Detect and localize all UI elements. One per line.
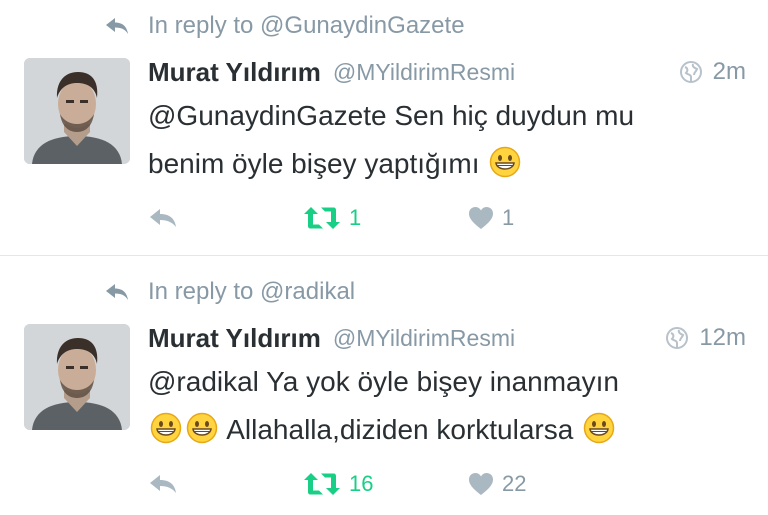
- reply-arrow-icon: [104, 15, 134, 37]
- avatar[interactable]: [24, 58, 130, 164]
- retweet-button[interactable]: 16: [303, 471, 468, 497]
- retweet-icon: [303, 472, 341, 496]
- retweet-icon: [303, 206, 341, 230]
- timestamp[interactable]: 12m: [665, 324, 746, 352]
- tweet-actions: 16 22: [148, 469, 526, 499]
- heart-icon: [468, 206, 494, 230]
- tweet-text: @radikal Ya yok öyle bişey inanmayın All…: [148, 358, 748, 454]
- author-name[interactable]: Murat Yıldırım: [148, 57, 321, 88]
- tweet-text-line: @radikal Ya yok öyle bişey inanmayın: [148, 366, 619, 397]
- grinning-face-emoji: [186, 411, 218, 444]
- grinning-face-emoji: [489, 145, 521, 178]
- in-reply-to[interactable]: In reply to @radikal: [104, 278, 355, 306]
- in-reply-to-text[interactable]: In reply to @radikal: [148, 278, 355, 306]
- retweet-button[interactable]: 1: [303, 205, 468, 231]
- tweet[interactable]: In reply to @radikal Murat Yıldırım @MYi…: [0, 255, 768, 515]
- grinning-face-emoji: [583, 411, 615, 444]
- tweet-text-line: @GunaydinGazete Sen hiç duydun mu: [148, 100, 635, 131]
- author-handle[interactable]: @MYildirimResmi: [333, 325, 515, 352]
- reply-arrow-icon: [104, 281, 134, 303]
- timestamp-text: 2m: [712, 58, 746, 85]
- reply-button[interactable]: [148, 473, 303, 495]
- tweet[interactable]: In reply to @GunaydinGazete Murat Yıldır…: [0, 0, 768, 255]
- grinning-face-emoji: [150, 411, 182, 444]
- reply-button[interactable]: [148, 207, 303, 229]
- reply-icon: [148, 207, 178, 229]
- tweet-text-line: Allahalla,diziden korktularsa: [148, 406, 748, 454]
- in-reply-to-text[interactable]: In reply to @GunaydinGazete: [148, 12, 465, 40]
- like-button[interactable]: 22: [468, 471, 526, 497]
- globe-icon: [665, 326, 689, 350]
- timestamp[interactable]: 2m: [679, 58, 746, 86]
- tweet-text-line: benim öyle bişey yaptığımı: [148, 140, 748, 188]
- tweet-text: @GunaydinGazete Sen hiç duydun mu benim …: [148, 92, 748, 188]
- like-count: 1: [502, 205, 515, 230]
- like-count: 22: [502, 471, 527, 496]
- author-handle[interactable]: @MYildirimResmi: [333, 59, 515, 86]
- in-reply-to[interactable]: In reply to @GunaydinGazete: [104, 12, 465, 40]
- globe-icon: [679, 60, 703, 84]
- retweet-count: 16: [349, 471, 374, 496]
- reply-icon: [148, 473, 178, 495]
- like-button[interactable]: 1: [468, 205, 514, 231]
- tweet-actions: 1 1: [148, 203, 514, 233]
- avatar[interactable]: [24, 324, 130, 430]
- retweet-count: 1: [349, 205, 362, 230]
- timestamp-text: 12m: [699, 324, 746, 351]
- tweet-header: Murat Yıldırım @MYildirimResmi 2m: [148, 56, 746, 88]
- tweet-header: Murat Yıldırım @MYildirimResmi 12m: [148, 322, 746, 354]
- author-name[interactable]: Murat Yıldırım: [148, 323, 321, 354]
- heart-icon: [468, 472, 494, 496]
